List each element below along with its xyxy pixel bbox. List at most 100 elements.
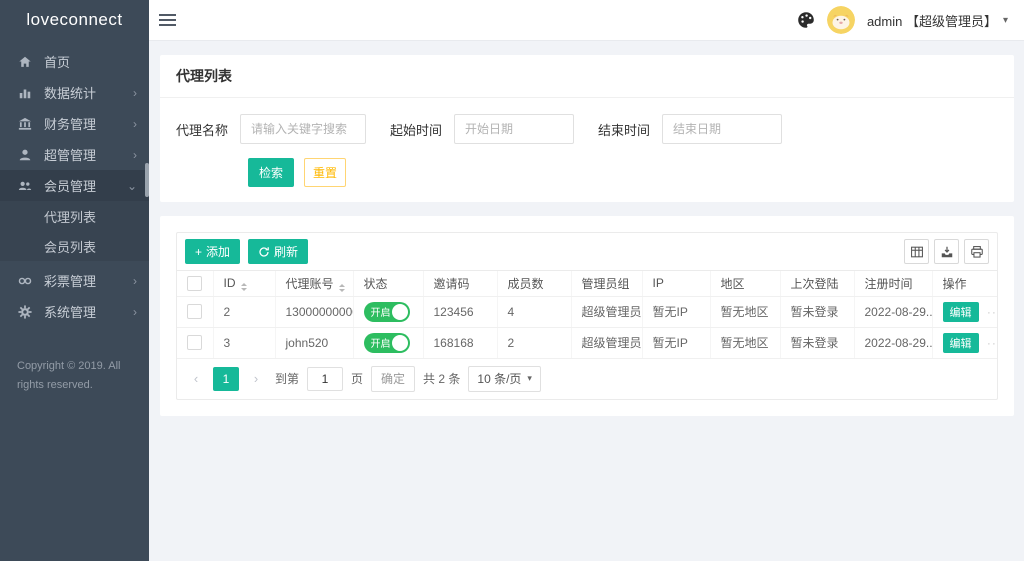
sidebar-item-system[interactable]: 系统管理 › <box>0 296 149 327</box>
cell-region: 暂无地区 <box>710 296 780 327</box>
home-icon <box>17 54 32 69</box>
sort-icon[interactable] <box>241 283 247 291</box>
toggle-knob <box>392 335 408 351</box>
col-reg-time: 注册时间 <box>854 271 932 296</box>
cell-member-count: 4 <box>497 296 571 327</box>
next-page-button[interactable]: › <box>245 367 267 391</box>
cell-member-count: 2 <box>497 327 571 358</box>
add-button[interactable]: + 添加 <box>185 239 240 264</box>
col-account[interactable]: 代理账号 <box>275 271 353 296</box>
filter-card: 代理列表 代理名称 起始时间 结束时间 检索 重置 <box>160 55 1014 202</box>
sidebar-item-lottery[interactable]: 彩票管理 › <box>0 265 149 296</box>
goto-page-input[interactable] <box>307 367 343 391</box>
agents-table: ID 代理账号 状态 邀请码 成员数 管理员组 IP 地区 上次登陆 注册时间 … <box>177 271 997 359</box>
pagination: ‹ 1 › 到第 页 确定 共 2 条 10 条/页 ▾ <box>177 359 997 399</box>
sidebar-item-label: 系统管理 <box>44 302 96 321</box>
status-toggle[interactable]: 开启 <box>364 333 410 353</box>
sort-icon[interactable] <box>339 284 345 292</box>
col-ip: IP <box>642 271 710 296</box>
toggle-knob <box>392 304 408 320</box>
end-time-label: 结束时间 <box>598 120 650 139</box>
sidebar-subitem-agent-list[interactable]: 代理列表 <box>0 201 149 231</box>
print-button[interactable] <box>964 239 989 264</box>
export-icon <box>940 245 954 259</box>
printer-icon <box>970 245 984 259</box>
sidebar-item-label: 超管管理 <box>44 145 96 164</box>
columns-icon <box>910 245 924 259</box>
agent-name-label: 代理名称 <box>176 120 228 139</box>
collapse-menu-icon[interactable] <box>159 5 189 35</box>
row-checkbox[interactable] <box>187 335 202 350</box>
sidebar-nav: 首页 数据统计 › 财务管理 › 超管管理 › <box>0 46 149 327</box>
page-number-button[interactable]: 1 <box>213 367 239 391</box>
copyright-text: Copyright © 2019. All rights reserved. <box>17 357 135 394</box>
col-invite: 邀请码 <box>423 271 497 296</box>
status-label: 开启 <box>371 335 391 350</box>
add-button-label: 添加 <box>206 243 230 260</box>
sidebar-item-label: 首页 <box>44 52 70 71</box>
bank-icon <box>17 116 32 131</box>
sidebar-item-label: 彩票管理 <box>44 271 96 290</box>
row-checkbox[interactable] <box>187 304 202 319</box>
per-page-select[interactable]: 10 条/页 ▾ <box>468 366 541 392</box>
reset-button[interactable]: 重置 <box>304 158 346 187</box>
status-label: 开启 <box>371 304 391 319</box>
status-toggle[interactable]: 开启 <box>364 302 410 322</box>
cell-last-login: 暂未登录 <box>780 296 854 327</box>
chevron-right-icon: › <box>133 275 137 287</box>
goto-prefix: 到第 <box>275 370 299 387</box>
table-card: + 添加 刷新 <box>160 216 1014 416</box>
search-button[interactable]: 检索 <box>248 158 294 187</box>
col-id[interactable]: ID <box>213 271 275 296</box>
total-count: 共 2 条 <box>423 370 460 387</box>
cell-id: 2 <box>213 296 275 327</box>
users-icon <box>17 178 32 193</box>
theme-icon[interactable] <box>797 11 815 29</box>
end-date-input[interactable] <box>662 114 782 144</box>
bar-chart-icon <box>17 85 32 100</box>
chevron-down-icon: ⌄ <box>127 180 137 192</box>
sidebar-subitem-member-list[interactable]: 会员列表 <box>0 231 149 261</box>
sidebar-item-stats[interactable]: 数据统计 › <box>0 77 149 108</box>
table-toolbar: + 添加 刷新 <box>177 233 997 271</box>
avatar[interactable] <box>827 6 855 34</box>
refresh-button[interactable]: 刷新 <box>248 239 308 264</box>
cell-admin-group: 超级管理员 <box>571 296 642 327</box>
sidebar-item-members[interactable]: 会员管理 ⌄ <box>0 170 149 201</box>
end-time-group: 结束时间 <box>598 114 782 144</box>
filter-columns-button[interactable] <box>904 239 929 264</box>
cell-last-login: 暂未登录 <box>780 327 854 358</box>
cell-id: 3 <box>213 327 275 358</box>
export-button[interactable] <box>934 239 959 264</box>
chevron-right-icon: › <box>133 87 137 99</box>
table-tools <box>904 239 989 264</box>
goto-confirm-button[interactable]: 确定 <box>371 366 415 392</box>
select-all-checkbox[interactable] <box>187 276 202 291</box>
cell-invite-code: 168168 <box>423 327 497 358</box>
sidebar-item-finance[interactable]: 财务管理 › <box>0 108 149 139</box>
sidebar-item-home[interactable]: 首页 <box>0 46 149 77</box>
goto-suffix: 页 <box>351 370 363 387</box>
start-date-input[interactable] <box>454 114 574 144</box>
cell-reg-time: 2022-08-29... <box>854 296 932 327</box>
start-time-label: 起始时间 <box>390 120 442 139</box>
caret-down-icon: ▾ <box>1003 15 1008 26</box>
cell-account: john520 <box>275 327 353 358</box>
user-menu[interactable]: admin 【超级管理员】 ▾ <box>867 11 1008 30</box>
edit-button[interactable]: 编辑 <box>943 302 979 322</box>
agent-name-input[interactable] <box>240 114 366 144</box>
app-logo: loveconnect <box>0 0 149 40</box>
caret-down-icon: ▾ <box>527 373 532 384</box>
refresh-icon <box>258 246 270 258</box>
per-page-value: 10 条/页 <box>477 370 521 387</box>
cell-region: 暂无地区 <box>710 327 780 358</box>
prev-page-button[interactable]: ‹ <box>185 367 207 391</box>
cell-account: 13000000000 <box>275 296 353 327</box>
link-icon <box>17 273 32 288</box>
sidebar: loveconnect 首页 数据统计 › 财务管理 › 超 <box>0 0 149 561</box>
edit-button[interactable]: 编辑 <box>943 333 979 353</box>
filter-form: 代理名称 起始时间 结束时间 检索 重置 <box>160 98 1014 202</box>
sidebar-item-admins[interactable]: 超管管理 › <box>0 139 149 170</box>
chevron-right-icon: › <box>133 118 137 130</box>
cell-admin-group: 超级管理员 <box>571 327 642 358</box>
